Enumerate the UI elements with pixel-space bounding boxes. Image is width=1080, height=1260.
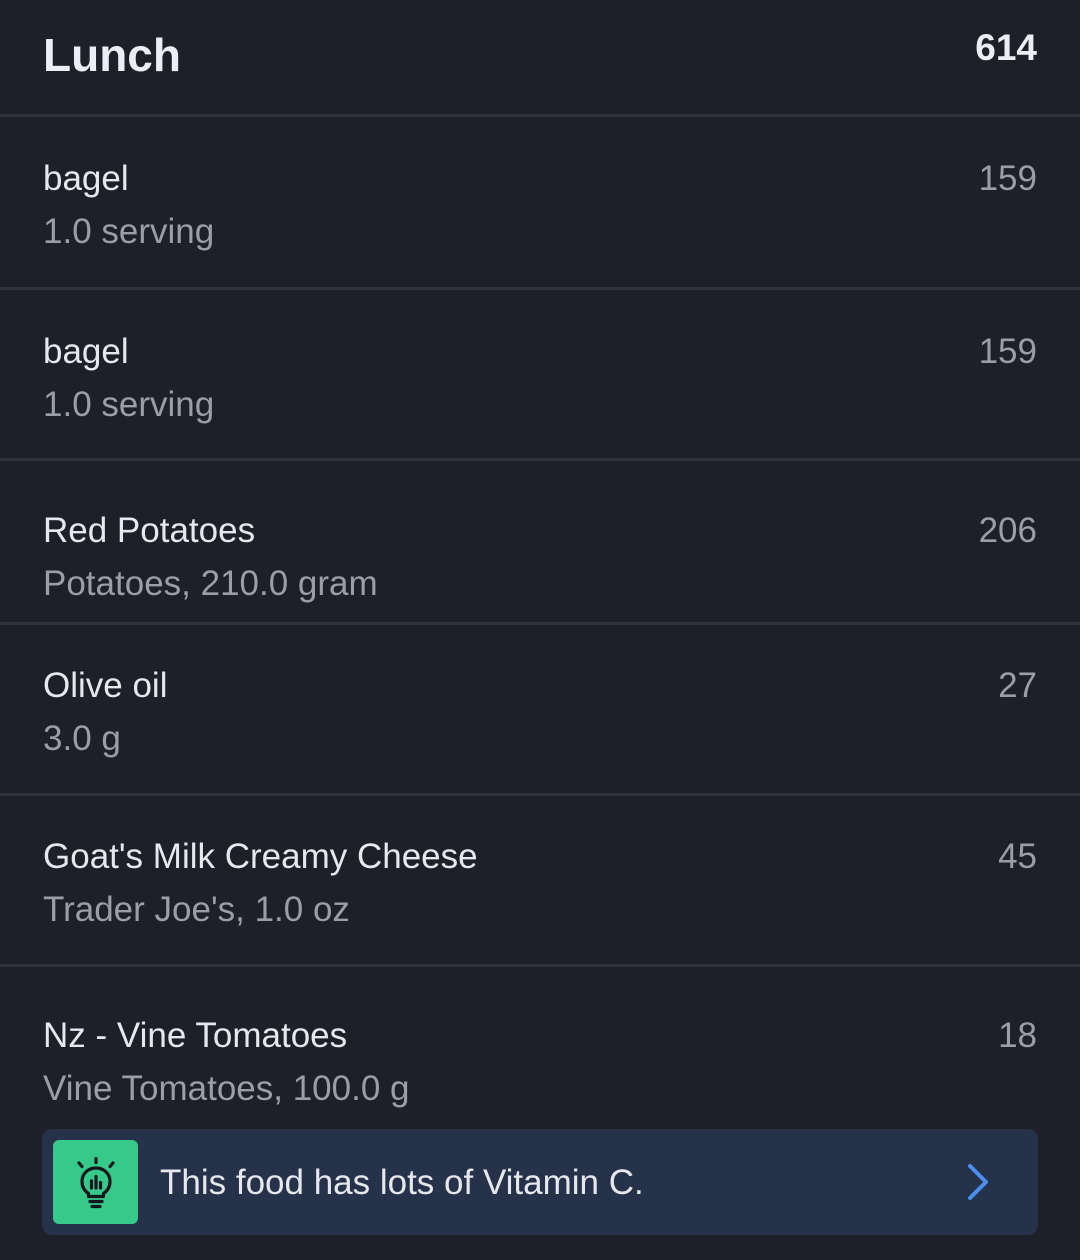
- food-name: Red Potatoes: [43, 511, 256, 550]
- lightbulb-icon: [53, 1140, 138, 1224]
- food-calories: 206: [978, 511, 1037, 550]
- food-calories: 159: [978, 159, 1037, 198]
- food-name: Olive oil: [43, 666, 168, 705]
- food-entry-row[interactable]: bagel 1.0 serving 159: [0, 117, 1080, 290]
- food-calories: 159: [978, 332, 1037, 371]
- lunch-meal-section: Lunch 614 bagel 1.0 serving 159 bagel 1.…: [0, 0, 1080, 1260]
- meal-title: Lunch: [43, 29, 181, 81]
- food-serving: 1.0 serving: [43, 385, 215, 424]
- food-entry-row[interactable]: Red Potatoes Potatoes, 210.0 gram 206: [0, 461, 1080, 625]
- food-name: Goat's Milk Creamy Cheese: [43, 837, 478, 876]
- food-entry-row[interactable]: Goat's Milk Creamy Cheese Trader Joe's, …: [0, 796, 1080, 967]
- nutrition-tip-text: This food has lots of Vitamin C.: [160, 1163, 644, 1202]
- meal-total-calories: 614: [975, 27, 1037, 68]
- food-name: Nz - Vine Tomatoes: [43, 1016, 348, 1055]
- food-name: bagel: [43, 159, 129, 198]
- food-entry-row[interactable]: bagel 1.0 serving 159: [0, 290, 1080, 461]
- food-serving: Potatoes, 210.0 gram: [43, 564, 378, 603]
- food-serving: Vine Tomatoes, 100.0 g: [43, 1069, 410, 1108]
- chevron-right-icon[interactable]: [966, 1162, 990, 1207]
- food-serving: Trader Joe's, 1.0 oz: [43, 890, 350, 929]
- food-calories: 45: [998, 837, 1037, 876]
- food-calories: 27: [998, 666, 1037, 705]
- meal-header[interactable]: Lunch 614: [0, 0, 1080, 117]
- food-entry-row[interactable]: Olive oil 3.0 g 27: [0, 625, 1080, 796]
- food-serving: 3.0 g: [43, 719, 121, 758]
- food-serving: 1.0 serving: [43, 212, 215, 251]
- food-calories: 18: [998, 1016, 1037, 1055]
- food-name: bagel: [43, 332, 129, 371]
- nutrition-tip-banner[interactable]: This food has lots of Vitamin C.: [42, 1129, 1038, 1235]
